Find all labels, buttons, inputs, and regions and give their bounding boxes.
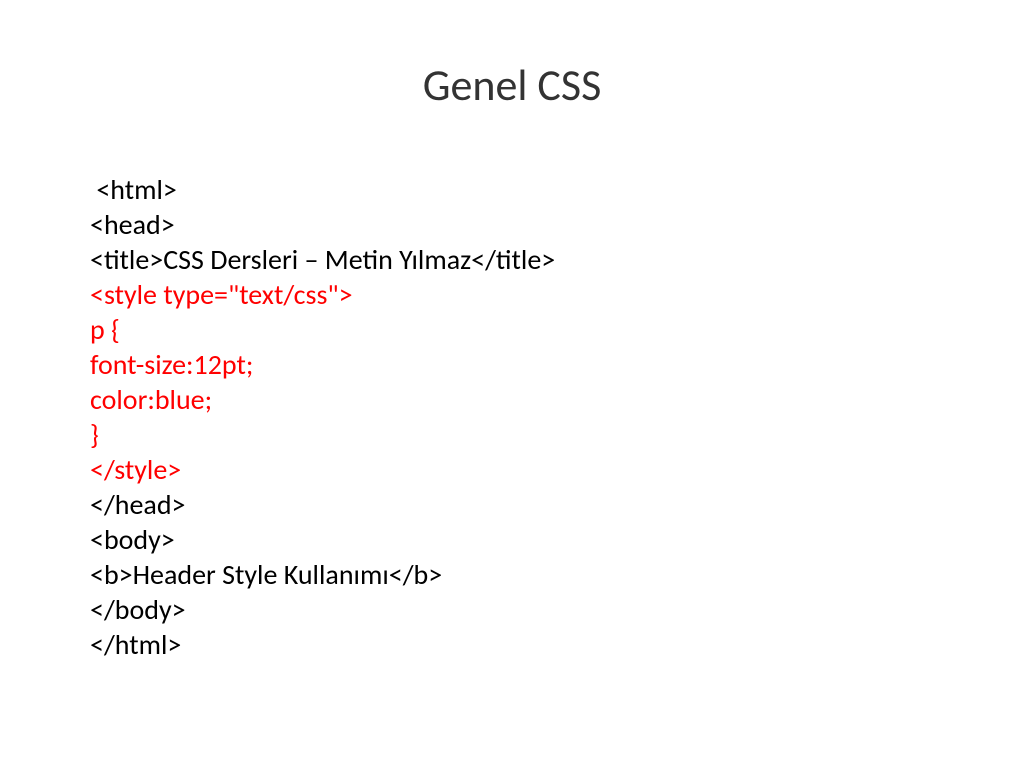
code-line-fontsize: font-size:12pt;	[90, 347, 934, 382]
slide-container: Genel CSS <html> <head> <title>CSS Dersl…	[0, 0, 1024, 768]
code-line-color: color:blue;	[90, 382, 934, 417]
code-line-close-brace: }	[90, 417, 934, 452]
slide-title: Genel CSS	[90, 58, 934, 112]
code-line-html-open: <html>	[90, 172, 934, 207]
code-example: <html> <head> <title>CSS Dersleri – Meti…	[90, 172, 934, 662]
code-line-header-usage: <b>Header Style Kullanımı</b>	[90, 557, 934, 592]
code-line-html-close: </html>	[90, 627, 934, 662]
code-line-body-open: <body>	[90, 522, 934, 557]
code-line-title: <title>CSS Dersleri – Metin Yılmaz</titl…	[90, 242, 934, 277]
code-line-head-close: </head>	[90, 487, 934, 522]
code-line-selector: p {	[90, 312, 934, 347]
code-line-body-close: </body>	[90, 592, 934, 627]
code-line-style-close: </style>	[90, 452, 934, 487]
code-line-head-open: <head>	[90, 207, 934, 242]
code-line-style-open: <style type="text/css">	[90, 277, 934, 312]
